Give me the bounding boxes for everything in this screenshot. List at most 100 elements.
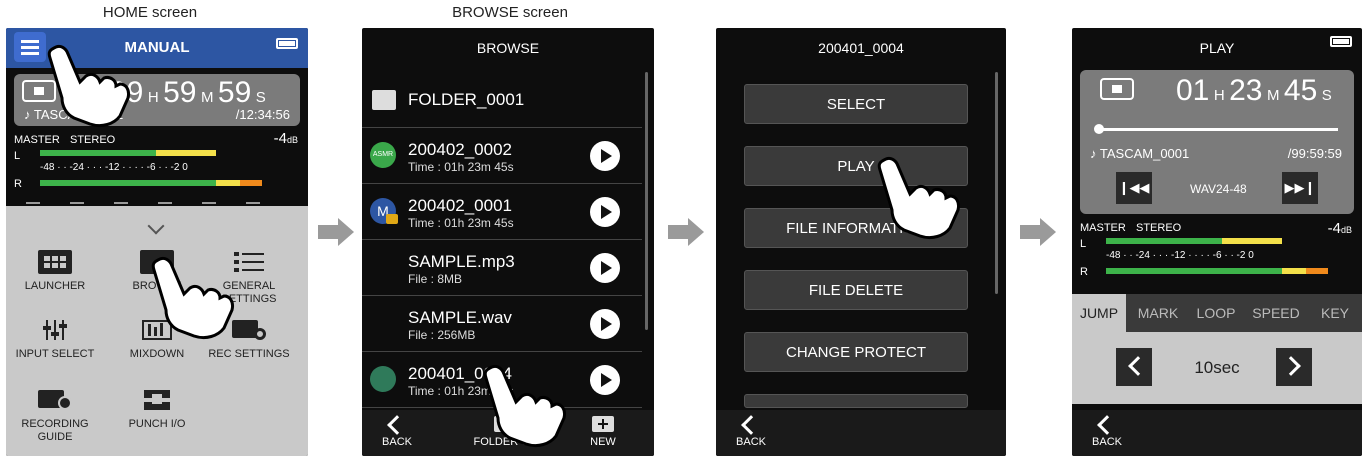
back-label: BACK <box>1092 436 1122 448</box>
app-input-select[interactable]: INPUT SELECT <box>10 318 100 361</box>
browse-title: BROWSE <box>476 40 540 56</box>
menu-footer: BACK <box>716 410 1006 456</box>
play-footer: BACK <box>1072 410 1362 456</box>
folder-up-icon <box>470 414 540 434</box>
app-general-settings[interactable]: GENERAL SETTINGS <box>204 250 294 306</box>
home-screen: MANUAL 99 H 59 M 59 S ♪ TASCAM_0001 /12:… <box>6 28 308 456</box>
meter-r-yellow <box>1282 268 1306 274</box>
play-icon[interactable] <box>590 365 620 395</box>
folder-up-label: FOLDER UP <box>473 436 537 448</box>
tab-speed[interactable]: SPEED <box>1246 294 1306 332</box>
change-protect-button[interactable]: CHANGE PROTECT <box>744 332 968 372</box>
app-label: PUNCH I/O <box>128 418 186 430</box>
row-sub: File : 8MB <box>408 272 463 286</box>
play-time: 01 H 23 M 45 S <box>1176 74 1332 107</box>
file-delete-button[interactable]: FILE DELETE <box>744 270 968 310</box>
stop-icon[interactable] <box>22 80 56 102</box>
app-mixdown[interactable]: MIXDOWN <box>112 318 202 361</box>
file-menu-screen: 200401_0004 SELECT PLAY FILE INFORMATION… <box>716 28 1006 456</box>
back-button[interactable]: BACK <box>1072 414 1142 448</box>
app-browse[interactable]: BROWSE <box>112 250 202 293</box>
app-label: INPUT SELECT <box>15 348 95 360</box>
input-icon <box>38 318 72 342</box>
meter-r-yellow <box>216 180 240 186</box>
skip-back-button[interactable]: ❙◀◀ <box>1116 172 1152 204</box>
app-label: RECORDING GUIDE <box>21 418 89 443</box>
menu-header: 200401_0004 <box>716 28 1006 68</box>
play-panel: 01 H 23 M 45 S ♪ TASCAM_0001 /99:59:59 ❙… <box>1080 70 1354 214</box>
play-button[interactable]: PLAY <box>744 146 968 186</box>
grid-icon <box>38 250 72 274</box>
folder-icon <box>372 90 396 110</box>
row-name: FOLDER_0001 <box>408 90 525 109</box>
meter-l-green <box>40 150 156 156</box>
back-button[interactable]: BACK <box>362 414 432 448</box>
home-counter: 99 H 59 M 59 S ♪ TASCAM_0001 /12:34:56 <box>14 74 300 126</box>
browse-row-file[interactable]: SAMPLE.wav File : 256MB <box>362 296 642 352</box>
seek-handle[interactable] <box>1094 124 1104 134</box>
app-rec-settings[interactable]: REC SETTINGS <box>204 318 294 361</box>
browse-row-file[interactable]: ASMR 200402_0002 Time : 01h 23m 45s <box>362 128 642 184</box>
stereo-label: STEREO <box>1136 222 1182 234</box>
skip-forward-button[interactable]: ▶▶❙ <box>1282 172 1318 204</box>
tab-jump[interactable]: JUMP <box>1072 294 1126 332</box>
row-sub: Time : 01h 23m 45s <box>408 160 514 174</box>
new-button[interactable]: NEW <box>568 414 638 448</box>
home-title: MANUAL <box>124 39 190 56</box>
home-time: 99 H 59 M 59 S <box>110 76 266 109</box>
home-header: MANUAL <box>6 28 308 68</box>
home-caption: HOME screen <box>102 4 198 21</box>
back-button[interactable]: BACK <box>716 414 786 448</box>
play-format: WAV24-48 <box>1190 182 1247 196</box>
meter-scale: -48 · · -24 · · · -12 · · · · -6 · · -2 … <box>40 162 188 173</box>
tab-mark[interactable]: MARK <box>1130 294 1186 332</box>
select-button[interactable]: SELECT <box>744 84 968 124</box>
row-name: 200402_0002 <box>408 140 513 159</box>
browse-scrollbar[interactable] <box>645 72 648 330</box>
level-readout: -4dB <box>1327 220 1352 237</box>
browse-footer: BACK FOLDER UP NEW <box>362 410 654 456</box>
row-sub: Time : 01h 23m 45s <box>408 384 514 398</box>
ch-r-label: R <box>1080 266 1088 278</box>
browse-row-file[interactable]: 200401_0004 Time : 01h 23m 45s <box>362 352 642 408</box>
skip-forward-icon: ▶▶❙ <box>1284 180 1316 195</box>
meter-r-green <box>1106 268 1282 274</box>
menu-title: 200401_0004 <box>818 40 904 56</box>
list-icon <box>232 250 266 274</box>
folder-music-icon <box>140 250 174 274</box>
more-button[interactable] <box>744 394 968 408</box>
play-icon[interactable] <box>590 253 620 283</box>
home-remain: /12:34:56 <box>235 107 290 122</box>
asmr-badge-icon: ASMR <box>370 142 396 168</box>
browse-row-folder[interactable]: FOLDER_0001 <box>362 72 642 128</box>
stop-icon[interactable] <box>1100 78 1134 100</box>
play-remain: /99:59:59 <box>1287 146 1342 161</box>
app-punch-io[interactable]: PUNCH I/O <box>112 388 202 431</box>
row-sub: File : 256MB <box>408 328 476 342</box>
app-launcher[interactable]: LAUNCHER <box>10 250 100 293</box>
back-arrow-icon <box>1072 414 1142 435</box>
battery-icon <box>276 38 298 49</box>
level-readout: -4dB <box>273 130 298 147</box>
folder-up-button[interactable]: FOLDER UP <box>470 414 540 448</box>
play-icon[interactable] <box>590 141 620 171</box>
jump-forward-button[interactable] <box>1276 348 1312 386</box>
row-sub: Time : 01h 23m 45s <box>408 216 514 230</box>
play-icon[interactable] <box>590 309 620 339</box>
browse-row-file[interactable]: SAMPLE.mp3 File : 8MB <box>362 240 642 296</box>
app-recording-guide[interactable]: RECORDING GUIDE <box>10 388 100 444</box>
file-information-button[interactable]: FILE INFORMATION <box>744 208 968 248</box>
master-label: MASTER <box>14 134 60 146</box>
new-folder-icon <box>568 414 638 434</box>
tab-key[interactable]: KEY <box>1308 294 1362 332</box>
row-name: SAMPLE.mp3 <box>408 252 515 271</box>
rec-settings-icon <box>232 318 266 342</box>
app-label: BROWSE <box>132 280 182 292</box>
back-arrow-icon <box>716 414 786 435</box>
seek-bar[interactable] <box>1098 128 1338 131</box>
browse-row-file[interactable]: M 200402_0001 Time : 01h 23m 45s <box>362 184 642 240</box>
play-icon[interactable] <box>590 197 620 227</box>
menu-scrollbar[interactable] <box>995 72 998 294</box>
tab-loop[interactable]: LOOP <box>1188 294 1244 332</box>
meter-l-yellow <box>156 150 216 156</box>
